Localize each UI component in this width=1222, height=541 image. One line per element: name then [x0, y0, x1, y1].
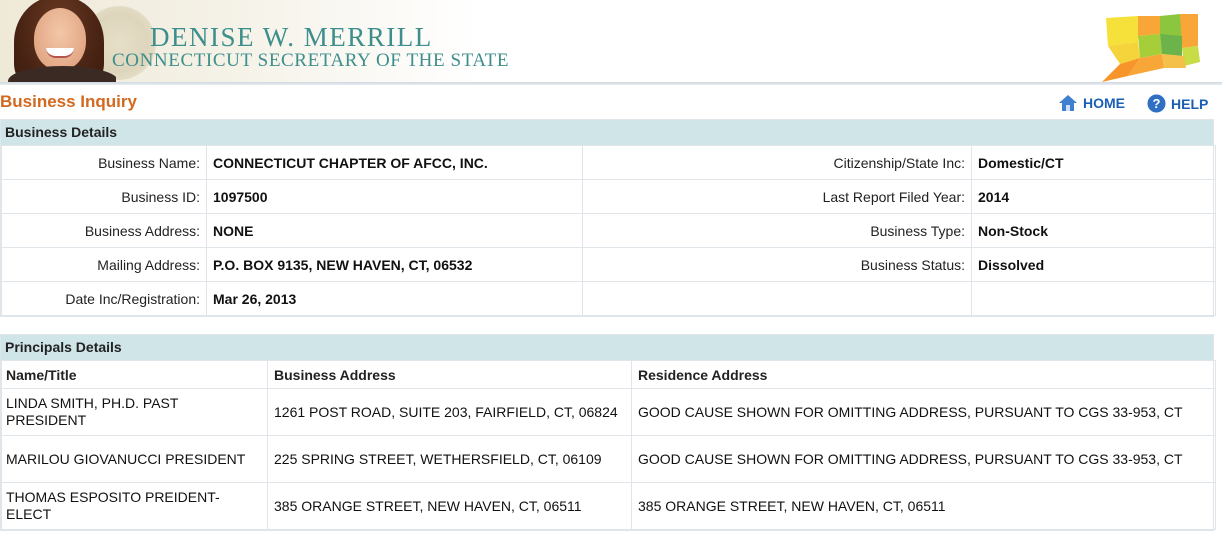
help-icon: ?: [1147, 94, 1166, 113]
business-id-value: 1097500: [206, 179, 583, 214]
field-label: Business Address:: [1, 213, 207, 248]
svg-text:?: ?: [1153, 96, 1161, 111]
date-inc-value: Mar 26, 2013: [206, 281, 583, 316]
last-report-year-value: 2014: [971, 179, 1216, 214]
table-row: LINDA SMITH, PH.D. PAST PRESIDENT 1261 P…: [1, 388, 1216, 436]
field-label: Business ID:: [1, 179, 207, 214]
business-status-value: Dissolved: [971, 247, 1216, 282]
details-row: Business ID: 1097500 Last Report Filed Y…: [1, 179, 1216, 214]
table-row: MARILOU GIOVANUCCI PRESIDENT 225 SPRING …: [1, 435, 1216, 483]
mailing-address-value: P.O. BOX 9135, NEW HAVEN, CT, 06532: [206, 247, 583, 282]
principal-residence-address: 385 ORANGE STREET, NEW HAVEN, CT, 06511: [631, 482, 1216, 530]
principal-residence-address: GOOD CAUSE SHOWN FOR OMITTING ADDRESS, P…: [631, 435, 1216, 483]
principal-name-title: LINDA SMITH, PH.D. PAST PRESIDENT: [1, 388, 268, 436]
details-row: Business Name: CONNECTICUT CHAPTER OF AF…: [1, 145, 1216, 180]
header-divider: [0, 82, 1222, 85]
principal-business-address: 1261 POST ROAD, SUITE 203, FAIRFIELD, CT…: [267, 388, 632, 436]
citizenship-value: Domestic/CT: [971, 145, 1216, 180]
details-row: Mailing Address: P.O. BOX 9135, NEW HAVE…: [1, 247, 1216, 282]
principals-table: Name/Title Business Address Residence Ad…: [1, 360, 1216, 530]
field-label: Last Report Filed Year:: [582, 179, 972, 214]
principal-business-address: 385 ORANGE STREET, NEW HAVEN, CT, 06511: [267, 482, 632, 530]
principals-details-header: Principals Details: [1, 335, 1213, 360]
empty-cell: [971, 281, 1216, 316]
principals-header-row: Name/Title Business Address Residence Ad…: [1, 360, 1216, 389]
secretary-portrait-image: [8, 0, 116, 82]
home-icon: [1059, 95, 1077, 111]
column-header-residence-address: Residence Address: [631, 360, 1216, 389]
business-details-section: Business Details Business Name: CONNECTI…: [0, 119, 1216, 317]
details-row: Business Address: NONE Business Type: No…: [1, 213, 1216, 248]
field-label: Citizenship/State Inc:: [582, 145, 972, 180]
help-link-label: HELP: [1171, 95, 1209, 112]
principal-residence-address: GOOD CAUSE SHOWN FOR OMITTING ADDRESS, P…: [631, 388, 1216, 436]
details-row: Date Inc/Registration: Mar 26, 2013: [1, 281, 1216, 316]
header-banner: DENISE W. MERRILL CONNECTICUT SECRETARY …: [0, 0, 1222, 82]
home-link-label: HOME: [1083, 95, 1125, 111]
principals-details-section: Principals Details Name/Title Business A…: [0, 334, 1216, 531]
column-header-business-address: Business Address: [267, 360, 632, 389]
field-label: Business Type:: [582, 213, 972, 248]
principal-name-title: THOMAS ESPOSITO PREIDENT-ELECT: [1, 482, 268, 530]
principal-name-title: MARILOU GIOVANUCCI PRESIDENT: [1, 435, 268, 483]
connecticut-map-icon: [1102, 14, 1200, 82]
field-label: Business Name:: [1, 145, 207, 180]
business-details-table: Business Name: CONNECTICUT CHAPTER OF AF…: [1, 145, 1216, 316]
secretary-name: DENISE W. MERRILL: [150, 22, 433, 52]
business-details-header: Business Details: [1, 120, 1213, 145]
business-address-value: NONE: [206, 213, 583, 248]
column-header-name-title: Name/Title: [1, 360, 268, 389]
field-label: Mailing Address:: [1, 247, 207, 282]
page-title: Business Inquiry: [0, 92, 137, 111]
business-type-value: Non-Stock: [971, 213, 1216, 248]
empty-cell: [582, 281, 972, 316]
business-name-value: CONNECTICUT CHAPTER OF AFCC, INC.: [206, 145, 583, 180]
field-label: Date Inc/Registration:: [1, 281, 207, 316]
secretary-title: CONNECTICUT SECRETARY OF THE STATE: [112, 50, 510, 71]
home-link[interactable]: HOME: [1058, 94, 1125, 112]
principal-business-address: 225 SPRING STREET, WETHERSFIELD, CT, 061…: [267, 435, 632, 483]
field-label: Business Status:: [582, 247, 972, 282]
help-link[interactable]: ? HELP: [1147, 94, 1208, 113]
table-row: THOMAS ESPOSITO PREIDENT-ELECT 385 ORANG…: [1, 482, 1216, 530]
